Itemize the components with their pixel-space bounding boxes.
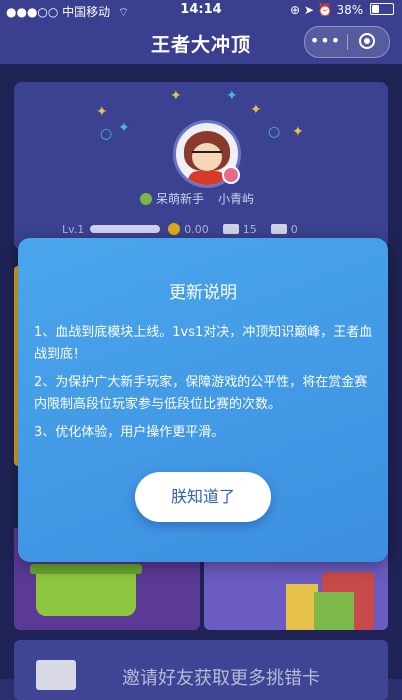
rank-icon: [140, 193, 152, 205]
revive-card-icon: [222, 224, 239, 234]
level-progress-bar: [90, 225, 161, 233]
coin-icon: [168, 223, 181, 235]
coin-balance: 0.00: [184, 223, 209, 236]
gender-badge-icon: [222, 166, 240, 184]
status-right: ⊕ ➤ ⏰ 38%: [290, 3, 394, 17]
update-notes-dialog: 更新说明 1、血战到底模块上线。1vs1对决，冲顶知识巅峰，王者血战到底！ 2、…: [18, 238, 388, 562]
update-note-item: 1、血战到底模块上线。1vs1对决，冲顶知识巅峰，王者血战到底！: [34, 325, 373, 362]
user-name-row: 呆萌新手 小青屿: [140, 190, 254, 207]
battery-percent: 38%: [336, 3, 364, 17]
record-icon: [359, 33, 375, 49]
level-label: Lv.1: [62, 223, 85, 236]
basket-icon: [30, 564, 142, 616]
invite-text: 邀请好友获取更多挑错卡: [122, 668, 320, 689]
star-icon: ✦: [96, 104, 108, 120]
update-note-item: 3、优化体验，用户操作更平滑。: [34, 425, 225, 440]
nav-bar: 王者大冲顶 •••: [0, 20, 402, 64]
card-count-b: 0: [290, 223, 298, 236]
more-button[interactable]: •••: [305, 27, 346, 57]
invite-banner[interactable]: 邀请好友获取更多挑错卡: [14, 640, 388, 700]
alarm-icon: ⏰: [317, 3, 333, 17]
close-button[interactable]: [348, 27, 389, 57]
location-icon: ➤: [303, 3, 314, 17]
battery-icon: [370, 3, 394, 15]
shopping-bag-icon: [314, 592, 354, 630]
circle-icon: ○: [268, 124, 281, 140]
status-bar: ●●●○○ 中国移动 ⌔ 14:14 ⊕ ➤ ⏰ 38%: [0, 0, 402, 20]
update-note-item: 2、为保护广大新手玩家，保障游戏的公平性，将在赏金赛内限制高段位玩家参与低段位比…: [34, 375, 368, 412]
mini-program-capsule: •••: [304, 26, 390, 58]
nickname: 小青屿: [218, 192, 255, 206]
card-count-a: 15: [242, 223, 257, 236]
lock-rotation-icon: ⊕: [289, 3, 300, 17]
stats-row: Lv.1 0.00 15 0: [62, 223, 298, 236]
star-icon: ✦: [292, 124, 304, 140]
star-icon: ✦: [226, 88, 238, 104]
star-icon: ✦: [170, 88, 182, 104]
envelope-icon: [36, 660, 76, 690]
error-card-icon: [270, 224, 287, 234]
star-icon: ✦: [118, 120, 130, 136]
dialog-title: 更新说明: [169, 283, 237, 303]
circle-icon: ○: [100, 126, 113, 142]
confirm-button[interactable]: 朕知道了: [135, 472, 271, 522]
rank-label: 呆萌新手: [156, 192, 205, 206]
star-icon: ✦: [250, 102, 262, 118]
